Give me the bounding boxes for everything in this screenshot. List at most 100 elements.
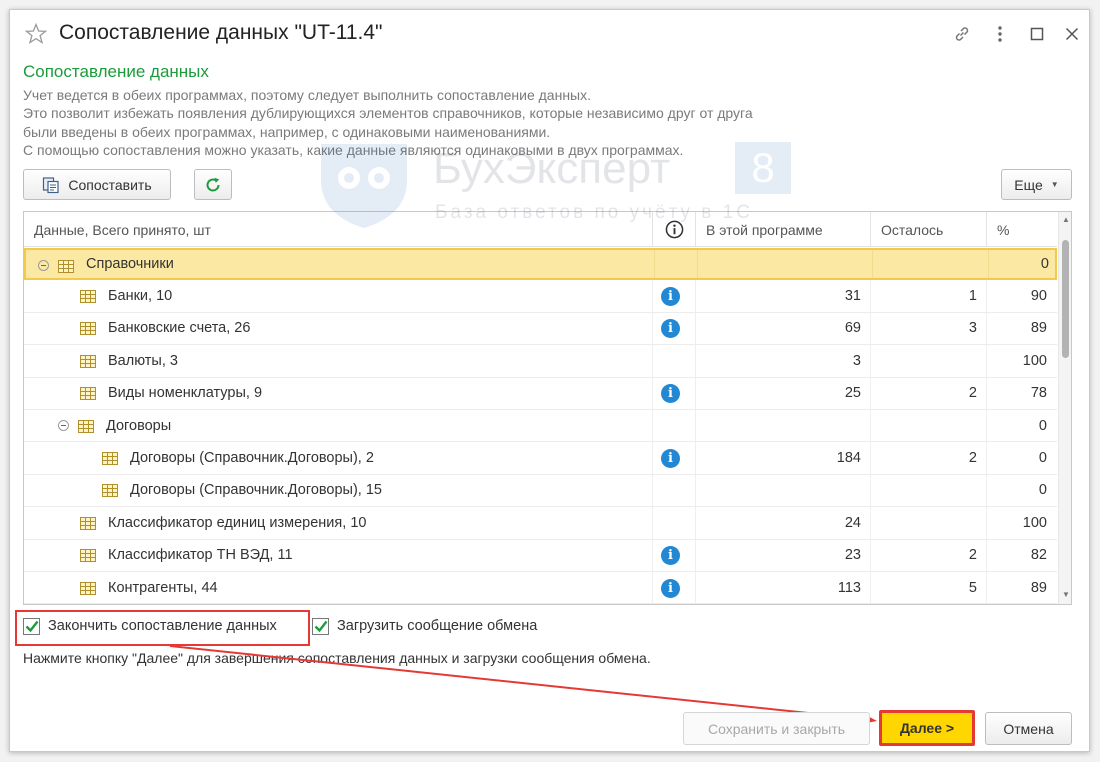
row-label: Справочники	[86, 256, 174, 273]
table-icon	[78, 419, 94, 433]
checkmark-icon	[25, 620, 38, 632]
scroll-down-icon[interactable]: ▼	[1061, 590, 1071, 600]
finish-matching-label: Закончить сопоставление данных	[48, 618, 277, 634]
scroll-up-icon[interactable]: ▲	[1061, 215, 1071, 225]
table-row[interactable]: Виды номенклатуры, 9 i 25 2 78	[24, 377, 1057, 410]
row-remaining	[871, 507, 987, 538]
row-in-program: 69	[844, 320, 861, 337]
table-row[interactable]: Классификатор единиц измерения, 10 24 100	[24, 507, 1057, 540]
header-info[interactable]	[653, 212, 696, 247]
finish-matching-option[interactable]: Закончить сопоставление данных	[23, 613, 277, 639]
header-in-program[interactable]: В этой программе	[696, 212, 871, 247]
row-percent: 100	[1022, 514, 1047, 531]
row-remaining: 2	[968, 385, 977, 402]
row-in-program: 23	[844, 547, 861, 564]
row-in-program	[696, 475, 871, 506]
save-close-label: Сохранить и закрыть	[707, 720, 846, 737]
table-row[interactable]: Договоры (Справочник.Договоры), 2 i 184 2 0	[24, 442, 1057, 475]
checkmark-icon	[314, 620, 327, 632]
table-icon	[80, 516, 96, 530]
refresh-icon	[206, 177, 220, 191]
next-button[interactable]: Далее >	[879, 710, 975, 746]
row-remaining	[873, 250, 989, 278]
table-icon	[80, 549, 96, 563]
more-button[interactable]: Еще ▼	[1001, 169, 1072, 200]
row-in-program: 25	[844, 385, 861, 402]
link-icon[interactable]	[950, 22, 974, 46]
table-row[interactable]: Договоры (Справочник.Договоры), 15 0	[24, 474, 1057, 508]
row-remaining	[871, 410, 987, 441]
info-icon[interactable]: i	[661, 546, 680, 566]
save-close-button[interactable]: Сохранить и закрыть	[683, 712, 870, 745]
row-percent: 0	[1038, 417, 1047, 434]
load-message-label: Загрузить сообщение обмена	[337, 618, 538, 634]
table-scrollbar[interactable]: ▲ ▼	[1058, 212, 1071, 604]
section-title: Сопоставление данных	[23, 62, 209, 81]
table-row[interactable]: Банковские счета, 26 i 69 3 89	[24, 312, 1057, 346]
data-table: Данные, Всего принято, шт В этой програм…	[23, 211, 1072, 605]
row-label: Контрагенты, 44	[108, 579, 218, 596]
row-percent: 0	[1038, 482, 1047, 499]
row-remaining: 2	[968, 547, 977, 564]
table-header: Данные, Всего принято, шт В этой програм…	[24, 212, 1057, 247]
row-label: Банки, 10	[108, 288, 173, 305]
table-group-row[interactable]: Договоры 0	[24, 410, 1057, 443]
close-icon[interactable]	[1060, 22, 1084, 46]
refresh-button[interactable]	[194, 169, 232, 200]
next-button-label: Далее >	[899, 720, 955, 736]
collapse-toggle-icon[interactable]	[58, 420, 69, 431]
row-in-program: 31	[844, 288, 861, 305]
header-data[interactable]: Данные, Всего принято, шт	[24, 212, 653, 247]
row-percent: 89	[1030, 579, 1047, 596]
row-percent: 100	[1022, 352, 1047, 369]
row-label: Виды номенклатуры, 9	[108, 385, 263, 402]
info-icon[interactable]: i	[661, 319, 680, 339]
table-row[interactable]: Классификатор ТН ВЭД, 11 i 23 2 82	[24, 539, 1057, 572]
load-message-checkbox[interactable]	[312, 617, 329, 635]
row-in-program: 113	[837, 579, 861, 596]
load-message-option[interactable]: Загрузить сообщение обмена	[312, 613, 537, 639]
info-icon[interactable]: i	[661, 384, 680, 404]
header-remaining[interactable]: Осталось	[871, 212, 987, 247]
row-percent: 78	[1030, 385, 1047, 402]
table-icon	[80, 387, 96, 401]
match-button[interactable]: Сопоставить	[23, 169, 171, 200]
table-icon	[58, 259, 74, 273]
row-remaining: 2	[968, 450, 977, 467]
finish-matching-checkbox[interactable]	[23, 617, 40, 635]
collapse-toggle-icon[interactable]	[38, 260, 49, 271]
more-button-label: Еще	[1014, 176, 1043, 193]
description-line: были введены в обеих программах, наприме…	[23, 123, 551, 140]
row-label: Банковские счета, 26	[108, 320, 251, 337]
cancel-button-label: Отмена	[1003, 720, 1054, 737]
description-line: Учет ведется в обеих программах, поэтому…	[23, 87, 591, 103]
table-icon	[80, 581, 96, 595]
info-outline-icon	[665, 220, 683, 239]
row-in-program: 24	[844, 514, 861, 531]
row-percent: 82	[1030, 547, 1047, 564]
row-in-program	[696, 410, 871, 441]
table-icon	[80, 322, 96, 336]
dropdown-arrow-icon: ▼	[1050, 180, 1059, 189]
table-icon	[102, 484, 118, 498]
scroll-thumb[interactable]	[1062, 240, 1069, 358]
star-outline-icon[interactable]	[24, 22, 48, 46]
more-vertical-icon[interactable]	[988, 22, 1012, 46]
description-line: С помощью сопоставления можно указать, к…	[23, 141, 684, 158]
description: Учет ведется в обеих программах, поэтому…	[23, 86, 753, 159]
cancel-button[interactable]: Отмена	[985, 712, 1072, 745]
table-row[interactable]: Контрагенты, 44 i 113 5 89	[24, 572, 1057, 604]
maximize-icon[interactable]	[1025, 22, 1049, 46]
row-label: Классификатор ТН ВЭД, 11	[108, 547, 293, 564]
description-line: Это позволит избежать появления дублирую…	[23, 105, 753, 122]
header-percent[interactable]: %	[987, 212, 1057, 247]
table-row[interactable]: Банки, 10 i 31 1 90	[24, 280, 1057, 313]
info-icon[interactable]: i	[661, 578, 680, 598]
table-group-row[interactable]: Справочники 0	[24, 248, 1057, 281]
row-label: Договоры	[106, 417, 172, 434]
table-row[interactable]: Валюты, 3 3 100	[24, 345, 1057, 378]
row-percent: 0	[1040, 256, 1049, 273]
hint-text: Нажмите кнопку "Далее" для завершения со…	[23, 650, 651, 666]
info-icon[interactable]: i	[661, 286, 680, 306]
info-icon[interactable]: i	[661, 448, 680, 468]
